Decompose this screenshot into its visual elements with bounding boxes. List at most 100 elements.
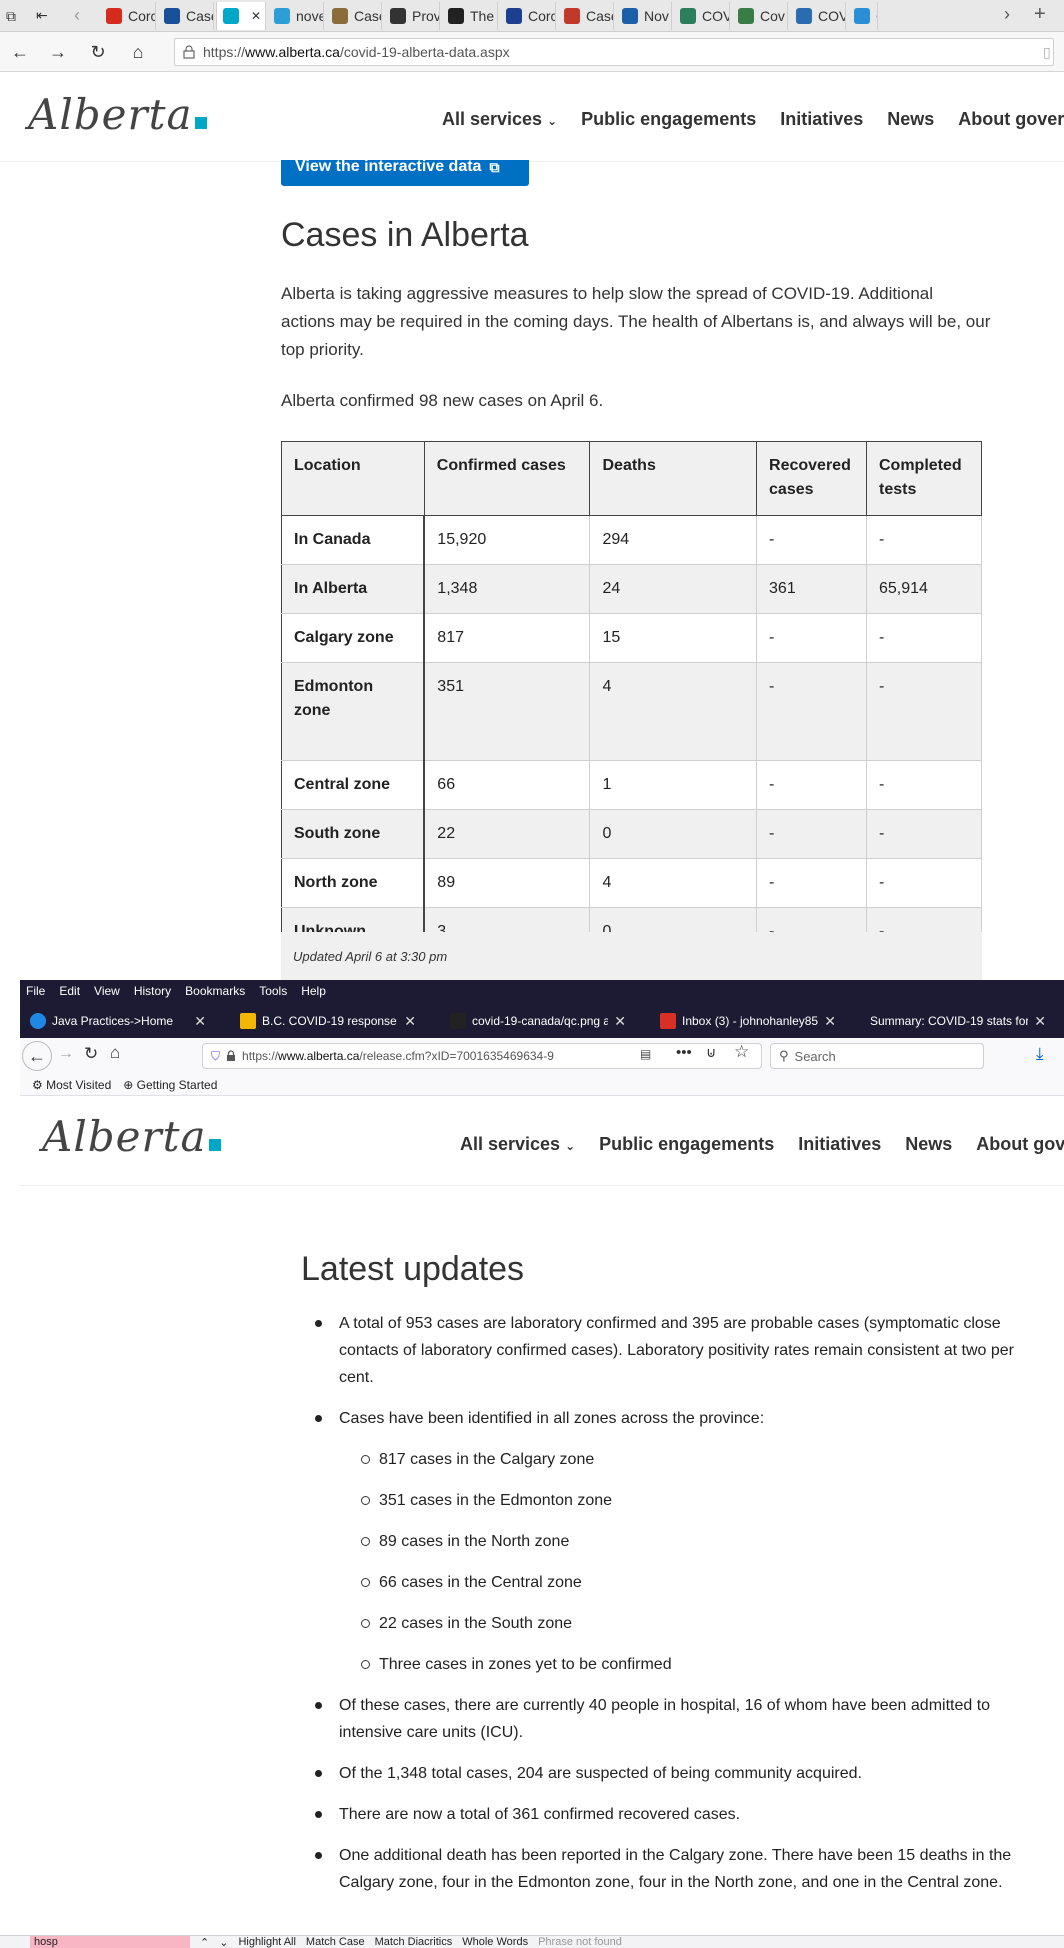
reader-view-icon[interactable]: ▤	[640, 1047, 651, 1061]
browser-tab[interactable]: Java Practices->Home ✕	[24, 1006, 212, 1036]
tab-label: Cov	[760, 8, 785, 24]
browser-tab[interactable]: The	[442, 2, 498, 30]
nav-about-government[interactable]: About governm	[958, 109, 1064, 130]
browser-tab[interactable]: Case	[158, 2, 214, 30]
browser-tab[interactable]: Case	[326, 2, 382, 30]
nav-initiatives[interactable]: Initiatives	[798, 1134, 881, 1155]
home-button[interactable]: ⌂	[110, 1043, 120, 1063]
page-actions-icon[interactable]: •••	[676, 1044, 692, 1061]
nav-news[interactable]: News	[887, 109, 934, 130]
alberta-logo[interactable]: Alberta	[42, 1112, 221, 1161]
nav-public-engagements[interactable]: Public engagements	[599, 1134, 774, 1155]
tab-label: COV	[702, 8, 730, 24]
close-tab-icon[interactable]: ✕	[251, 9, 261, 23]
nav-news[interactable]: News	[905, 1134, 952, 1155]
menu-history[interactable]: History	[134, 984, 171, 998]
downloads-icon[interactable]: ⤓	[1036, 1044, 1044, 1064]
browser-tab[interactable]: covid-19-canada/qc.png at ✕	[444, 1006, 632, 1036]
browser-tab[interactable]: Summary: COVID-19 stats for C ✕	[864, 1006, 1052, 1036]
browser-tab[interactable]: Cov	[732, 2, 788, 30]
edge-browser-window: ⧉ ⇤ ‹ Corc Case ✕ nove Case Prov The Corc Case No…	[0, 0, 1064, 980]
menu-bookmarks[interactable]: Bookmarks	[185, 984, 245, 998]
reload-button[interactable]: ↻	[84, 1044, 98, 1064]
refresh-button[interactable]: ↻	[86, 40, 110, 64]
browser-tab[interactable]: Corc	[500, 2, 556, 30]
row-header: Edmonton zone	[281, 662, 426, 761]
address-bar[interactable]: https://www.alberta.ca/covid-19-alberta-…	[174, 38, 1054, 66]
menu-view[interactable]: View	[94, 984, 120, 998]
find-input[interactable]: hosp	[30, 1936, 190, 1948]
list-item: There are now a total of 361 confirmed r…	[303, 1801, 1023, 1828]
nav-all-services[interactable]: All services ⌄	[442, 109, 557, 130]
alberta-logo[interactable]: Alberta	[28, 90, 207, 139]
close-tab-icon[interactable]: ✕	[614, 1013, 626, 1030]
menu-tools[interactable]: Tools	[259, 984, 287, 998]
set-aside-tabs-icon[interactable]: ⇤	[36, 7, 48, 24]
tab-label: nove	[296, 8, 324, 24]
close-tab-icon[interactable]: ✕	[1034, 1013, 1046, 1030]
table-cell: -	[866, 858, 982, 908]
find-next-button[interactable]: ⌄	[219, 1936, 228, 1948]
menu-edit[interactable]: Edit	[59, 984, 80, 998]
search-input[interactable]: ⚲ Search	[770, 1043, 984, 1069]
list-item: Cases have been identified in all zones …	[303, 1405, 1023, 1678]
browser-tab[interactable]: Corc	[100, 2, 156, 30]
table-row: Edmonton zone 351 4- -	[281, 662, 982, 761]
back-button[interactable]: ←	[8, 40, 32, 64]
pocket-icon[interactable]: ⊍	[706, 1044, 716, 1061]
nav-all-services[interactable]: All services ⌄	[460, 1134, 575, 1155]
close-tab-icon[interactable]: ✕	[404, 1013, 416, 1030]
browser-tab[interactable]: nove	[268, 2, 324, 30]
menu-file[interactable]: File	[26, 984, 45, 998]
find-whole-words[interactable]: Whole Words	[462, 1936, 528, 1948]
table-row: South zone 22 0- -	[281, 809, 982, 859]
home-button[interactable]: ⌂	[126, 40, 150, 64]
nav-about-government[interactable]: About governm	[976, 1134, 1064, 1155]
menu-help[interactable]: Help	[301, 984, 326, 998]
table-cell: 22	[423, 809, 591, 859]
close-tab-icon[interactable]: ✕	[194, 1013, 206, 1030]
browser-tab[interactable]: Nov	[616, 2, 672, 30]
tab-label: The	[470, 8, 495, 24]
updates-list: A total of 953 cases are laboratory conf…	[303, 1310, 1023, 1910]
find-match-diacritics[interactable]: Match Diacritics	[375, 1936, 453, 1948]
browser-tab[interactable]: ✕	[216, 2, 266, 30]
close-tab-icon[interactable]: ✕	[824, 1013, 836, 1030]
find-previous-button[interactable]: ⌃	[200, 1936, 209, 1948]
find-highlight-all[interactable]: Highlight All	[238, 1936, 295, 1948]
site-header: Alberta All services ⌄ Public engagement…	[20, 1096, 1064, 1186]
browser-tab[interactable]: COV	[790, 2, 846, 30]
forward-button[interactable]: →	[46, 40, 70, 64]
cloud-icon	[680, 8, 696, 24]
scroll-tabs-left-icon[interactable]: ‹	[74, 5, 80, 26]
reading-view-icon[interactable]: ▯	[1043, 44, 1051, 61]
browser-tab[interactable]: C	[848, 2, 878, 30]
globe-icon	[738, 8, 754, 24]
tab-actions-icon[interactable]: ⧉	[6, 8, 16, 25]
bookmark-most-visited[interactable]: ⚙ Most Visited	[32, 1078, 111, 1092]
table-cell: 0	[589, 809, 758, 859]
scroll-tabs-right-icon[interactable]: ›	[1004, 4, 1010, 25]
site-nav: All services ⌄ Public engagements Initia…	[442, 109, 1064, 130]
bookmark-star-icon[interactable]: ☆	[734, 1042, 749, 1062]
browser-tab[interactable]: Case	[558, 2, 614, 30]
firefox-tab-strip: Java Practices->Home ✕ B.C. COVID-19 respo…	[20, 1002, 1064, 1038]
find-match-case[interactable]: Match Case	[306, 1936, 365, 1948]
table-row: In Alberta 1,348 24 361 65,914	[281, 564, 982, 614]
browser-tab[interactable]: Inbox (3) - johnohanley85@ ✕	[654, 1006, 842, 1036]
table-cell: -	[866, 515, 982, 565]
forward-button[interactable]: →	[58, 1045, 74, 1063]
browser-tab[interactable]: COV	[674, 2, 730, 30]
new-tab-button[interactable]: +	[1034, 3, 1046, 26]
table-row: In Canada 15,920 294- -	[281, 515, 982, 565]
list-item: A total of 953 cases are laboratory conf…	[303, 1310, 1023, 1391]
bookmark-getting-started[interactable]: ⊕ Getting Started	[123, 1078, 217, 1092]
zone-list-item: Three cases in zones yet to be confirmed	[339, 1651, 1023, 1678]
nav-public-engagements[interactable]: Public engagements	[581, 109, 756, 130]
nav-initiatives[interactable]: Initiatives	[780, 109, 863, 130]
back-button[interactable]: ←	[22, 1041, 52, 1071]
table-cell: 351	[423, 662, 591, 761]
browser-tab[interactable]: B.C. COVID-19 response upd ✕	[234, 1006, 422, 1036]
browser-tab[interactable]: Prov	[384, 2, 440, 30]
table-cell: 294	[589, 515, 758, 565]
